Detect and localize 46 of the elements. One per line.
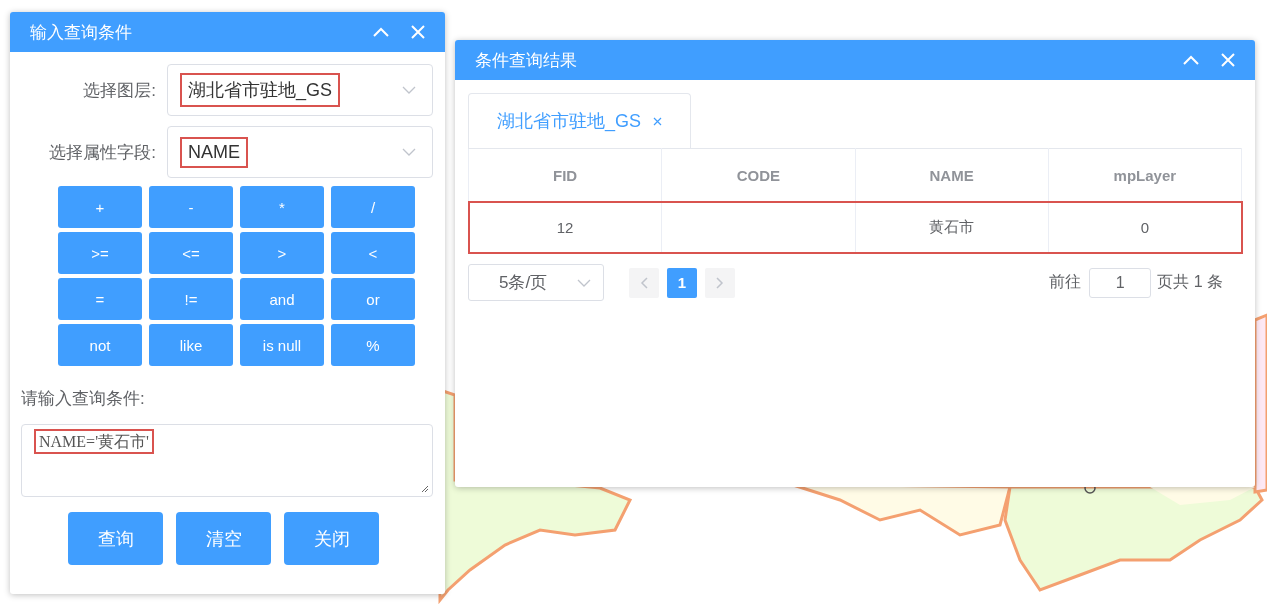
close-button[interactable]: 关闭 <box>284 512 379 565</box>
field-label: 选择属性字段: <box>48 141 157 164</box>
operator-button[interactable]: and <box>240 278 324 320</box>
chevron-down-icon <box>402 148 416 156</box>
column-header: mpLayer <box>1048 148 1242 202</box>
tab[interactable]: 湖北省市驻地_GS <box>468 93 692 148</box>
operator-button[interactable]: <= <box>149 232 233 274</box>
collapse-icon[interactable] <box>373 27 389 37</box>
chevron-down-icon <box>577 278 591 287</box>
condition-textarea[interactable]: NAME='黄石市' <box>21 424 433 497</box>
operator-button[interactable]: < <box>331 232 415 274</box>
operator-button[interactable]: > <box>240 232 324 274</box>
collapse-icon[interactable] <box>1183 55 1199 65</box>
operator-button[interactable]: >= <box>58 232 142 274</box>
page-input[interactable]: 1 <box>1089 267 1152 298</box>
page-size-select[interactable]: 5条/页 <box>468 264 604 301</box>
close-icon[interactable] <box>653 116 663 126</box>
column-header: NAME <box>855 148 1049 202</box>
resize-handle-icon <box>421 485 429 493</box>
previous-page-icon[interactable] <box>629 267 659 298</box>
field-label: 选择图层: <box>82 79 157 102</box>
operator-button[interactable]: not <box>58 324 142 366</box>
operator-button[interactable]: + <box>58 186 142 228</box>
clear-button[interactable]: 清空 <box>176 512 271 565</box>
column-header: FID <box>468 148 662 202</box>
operator-button[interactable]: is null <box>240 324 324 366</box>
query-button[interactable]: 查询 <box>68 512 163 565</box>
operator-button[interactable]: != <box>149 278 233 320</box>
column-header: CODE <box>661 148 855 202</box>
operator-button[interactable]: % <box>331 324 415 366</box>
operator-button[interactable]: or <box>331 278 415 320</box>
operator-button[interactable]: / <box>331 186 415 228</box>
chevron-down-icon <box>402 86 416 94</box>
total-count: 页共 1 条 <box>1157 272 1223 292</box>
layer-select[interactable]: 湖北省市驻地_GS <box>167 64 433 116</box>
attribute-select[interactable]: NAME <box>167 126 433 178</box>
operator-button[interactable]: like <box>149 324 233 366</box>
window-title: 条件查询结果 <box>475 49 577 72</box>
operator-button[interactable]: = <box>58 278 142 320</box>
field-label: 请输入查询条件: <box>21 388 146 410</box>
operator-button[interactable]: * <box>240 186 324 228</box>
operator-button[interactable]: - <box>149 186 233 228</box>
next-page-icon[interactable] <box>705 267 735 298</box>
goto-label: 前往 <box>1049 272 1082 292</box>
page-button[interactable]: 1 <box>667 267 697 298</box>
window-title: 输入查询条件 <box>30 21 132 44</box>
